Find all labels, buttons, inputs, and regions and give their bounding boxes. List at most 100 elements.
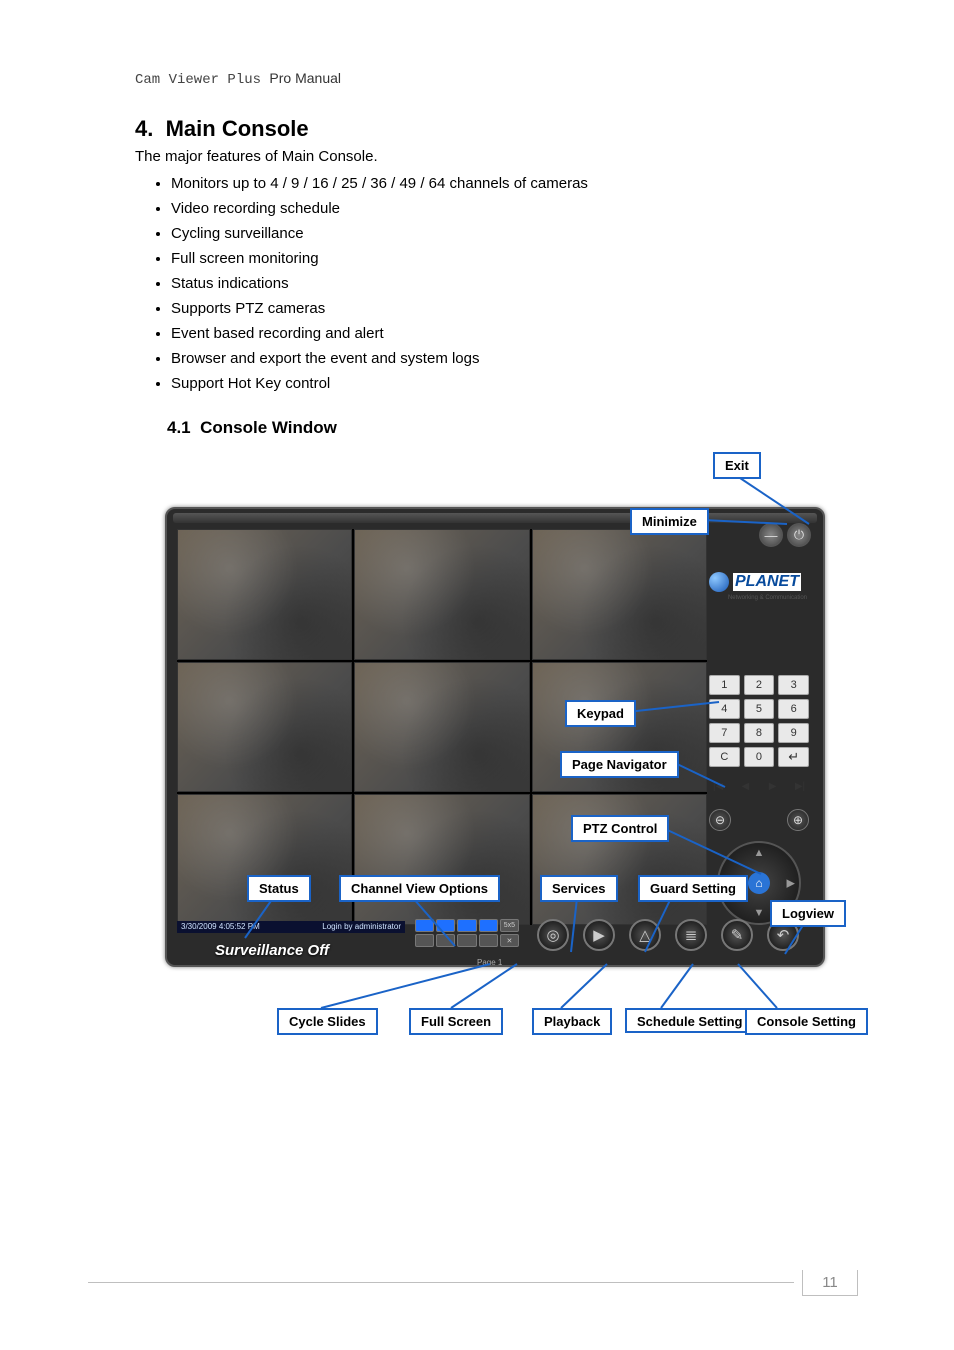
ptz-right-icon[interactable]: ▶ xyxy=(787,877,795,890)
minimize-button[interactable]: — xyxy=(759,523,783,547)
keypad-key[interactable]: 5 xyxy=(744,699,775,719)
zoom-out-icon[interactable]: ⊖ xyxy=(709,809,731,831)
channel-view-button[interactable] xyxy=(415,934,434,947)
list-item: Supports PTZ cameras xyxy=(171,300,834,317)
camera-tile[interactable] xyxy=(354,529,529,660)
callout-services: Services xyxy=(540,875,618,902)
globe-icon xyxy=(709,572,729,592)
callout-playback: Playback xyxy=(532,1008,612,1035)
running-header: Cam Viewer Plus Pro Manual xyxy=(135,70,834,88)
feature-list: Monitors up to 4 / 9 / 16 / 25 / 36 / 49… xyxy=(135,175,834,392)
nav-next-icon[interactable]: ▶ xyxy=(764,781,782,795)
subsection-number: 4.1 xyxy=(167,418,191,437)
keypad-key[interactable]: 9 xyxy=(778,723,809,743)
brand-logo: PLANET xyxy=(709,569,809,595)
brand-subtitle: Networking & Communication xyxy=(728,595,807,601)
callout-console-setting: Console Setting xyxy=(745,1008,868,1035)
camera-tile[interactable] xyxy=(177,794,352,925)
nav-first-icon[interactable]: |◀ xyxy=(709,781,727,795)
services-row: ◎ ▶ △ ≣ ✎ ↶ xyxy=(537,919,799,951)
callout-full-screen: Full Screen xyxy=(409,1008,503,1035)
callout-ptz-control: PTZ Control xyxy=(571,815,669,842)
console-setting-button[interactable]: ✎ xyxy=(721,919,753,951)
list-item: Status indications xyxy=(171,275,834,292)
subsection-title: Console Window xyxy=(200,418,337,437)
status-message: Login by administrator xyxy=(322,922,401,932)
callout-guard-setting: Guard Setting xyxy=(638,875,748,902)
callout-schedule-setting: Schedule Setting xyxy=(625,1008,754,1033)
keypad-key[interactable]: 6 xyxy=(778,699,809,719)
camera-tile[interactable] xyxy=(177,529,352,660)
page-footer: 11 xyxy=(88,1270,866,1300)
channel-view-5x5[interactable]: 5x5 xyxy=(500,919,519,932)
channel-view-button[interactable] xyxy=(457,934,476,947)
callout-cycle-slides: Cycle Slides xyxy=(277,1008,378,1035)
camera-grid xyxy=(177,529,707,925)
keypad: 1 2 3 4 5 6 7 8 9 C 0 ↵ xyxy=(709,675,809,767)
channel-view-button[interactable] xyxy=(457,919,476,932)
list-item: Full screen monitoring xyxy=(171,250,834,267)
callout-channel-view: Channel View Options xyxy=(339,875,500,902)
keypad-key[interactable]: 2 xyxy=(744,675,775,695)
camera-tile[interactable] xyxy=(354,794,529,925)
camera-tile[interactable] xyxy=(532,794,707,925)
page-indicator: Page 1 xyxy=(477,959,502,967)
callout-page-navigator: Page Navigator xyxy=(560,751,679,778)
callout-keypad: Keypad xyxy=(565,700,636,727)
zoom-in-icon[interactable]: ⊕ xyxy=(787,809,809,831)
subsection-heading: 4.1 Console Window xyxy=(167,418,834,438)
services-button[interactable]: ◎ xyxy=(537,919,569,951)
zoom-row: ⊖ ⊕ xyxy=(709,809,809,831)
camera-tile[interactable] xyxy=(354,662,529,793)
exit-button[interactable]: ⏻ xyxy=(787,523,811,547)
ptz-home-icon[interactable]: ⌂ xyxy=(748,872,770,894)
list-item: Video recording schedule xyxy=(171,200,834,217)
camera-tile[interactable] xyxy=(177,662,352,793)
playback-button[interactable]: ▶ xyxy=(583,919,615,951)
section-title: Main Console xyxy=(166,116,309,141)
keypad-key[interactable]: 8 xyxy=(744,723,775,743)
page-navigator: |◀ ◀ ▶ ▶| xyxy=(709,781,809,799)
list-item: Cycling surveillance xyxy=(171,225,834,242)
title-bar[interactable] xyxy=(173,513,817,523)
keypad-key[interactable]: 4 xyxy=(709,699,740,719)
callout-minimize: Minimize xyxy=(630,508,709,535)
keypad-key[interactable]: 0 xyxy=(744,747,775,767)
console-figure: Exit Minimize Keypad Page Navigator PTZ … xyxy=(165,452,845,1072)
full-screen-button[interactable]: ✕ xyxy=(500,934,519,947)
channel-view-button[interactable] xyxy=(479,919,498,932)
ptz-up-icon[interactable]: ▲ xyxy=(754,847,765,859)
keypad-key[interactable]: 7 xyxy=(709,723,740,743)
list-item: Event based recording and alert xyxy=(171,325,834,342)
channel-view-options: 5x5 ✕ xyxy=(415,919,519,947)
brand-text: PLANET xyxy=(733,573,801,591)
guard-setting-button[interactable]: △ xyxy=(629,919,661,951)
schedule-setting-button[interactable]: ≣ xyxy=(675,919,707,951)
channel-view-button[interactable] xyxy=(436,919,455,932)
ptz-down-icon[interactable]: ▼ xyxy=(754,907,765,919)
page-number: 11 xyxy=(802,1270,858,1296)
nav-prev-icon[interactable]: ◀ xyxy=(736,781,754,795)
list-item: Monitors up to 4 / 9 / 16 / 25 / 36 / 49… xyxy=(171,175,834,192)
section-heading: 4. Main Console xyxy=(135,116,834,142)
channel-view-button[interactable] xyxy=(436,934,455,947)
channel-view-button[interactable] xyxy=(415,919,434,932)
callout-exit: Exit xyxy=(713,452,761,479)
running-header-prefix: Cam Viewer Plus xyxy=(135,72,269,88)
callout-status: Status xyxy=(247,875,311,902)
keypad-key-clear[interactable]: C xyxy=(709,747,740,767)
list-item: Support Hot Key control xyxy=(171,375,834,392)
callout-logview: Logview xyxy=(770,900,846,927)
keypad-key-enter[interactable]: ↵ xyxy=(778,747,809,767)
keypad-key[interactable]: 3 xyxy=(778,675,809,695)
status-row: 3/30/2009 4:05:52 PM Login by administra… xyxy=(177,921,405,933)
intro-text: The major features of Main Console. xyxy=(135,148,834,165)
section-number: 4. xyxy=(135,116,153,141)
cycle-slides-button[interactable] xyxy=(479,934,498,947)
running-header-suffix: Pro Manual xyxy=(269,70,341,86)
status-time: 3/30/2009 4:05:52 PM xyxy=(181,922,260,932)
surveillance-label: Surveillance Off xyxy=(215,942,329,959)
keypad-key[interactable]: 1 xyxy=(709,675,740,695)
camera-tile[interactable] xyxy=(532,529,707,660)
nav-last-icon[interactable]: ▶| xyxy=(791,781,809,795)
